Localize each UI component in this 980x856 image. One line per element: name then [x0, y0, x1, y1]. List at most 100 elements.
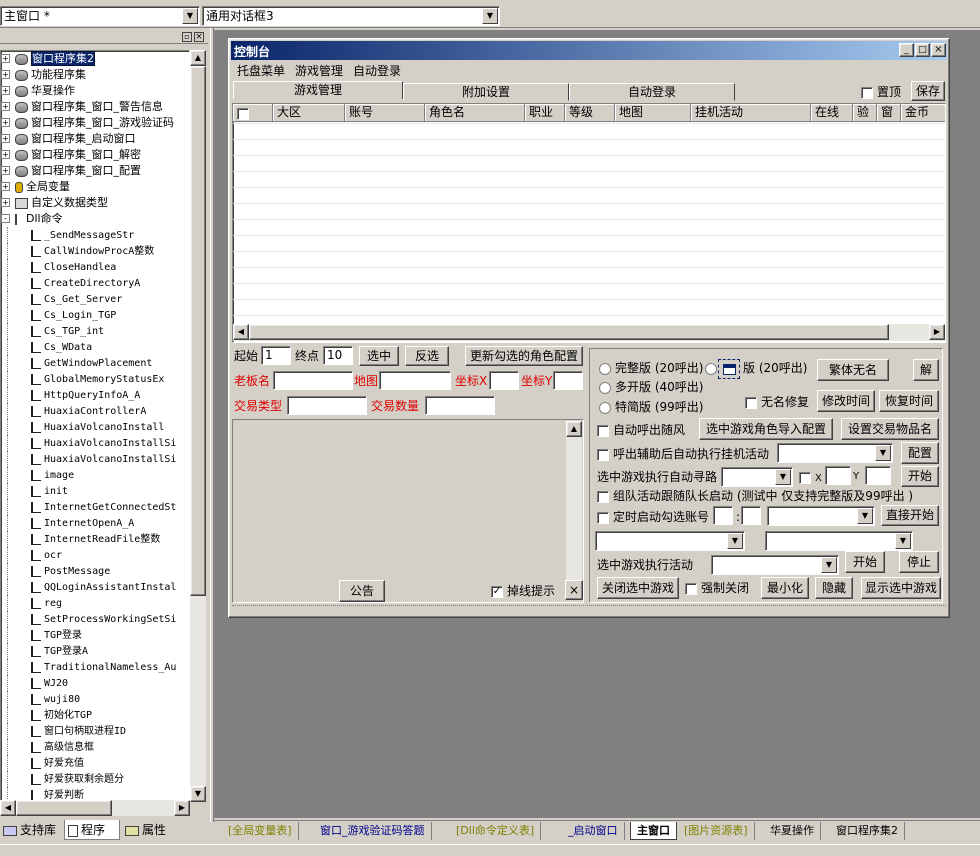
tab-game-manage[interactable]: 游戏管理: [233, 81, 403, 99]
boss-input[interactable]: [273, 371, 353, 390]
scroll-up-icon[interactable]: ▲: [566, 421, 582, 437]
col-role-name[interactable]: 角色名: [425, 104, 525, 122]
tree-item[interactable]: wuji80: [1, 691, 189, 707]
radio-special-circle[interactable]: [599, 401, 611, 414]
expand-icon[interactable]: +: [1, 166, 10, 175]
expand-icon[interactable]: +: [1, 150, 10, 159]
tree-item[interactable]: CloseHandlea: [1, 259, 189, 275]
select-button[interactable]: 选中: [359, 346, 399, 366]
end-input[interactable]: 10: [323, 346, 353, 365]
col-level[interactable]: 等级: [565, 104, 615, 122]
start-input[interactable]: 1: [261, 346, 291, 365]
tree-item[interactable]: Cs_TGP_int: [1, 323, 189, 339]
tree-item[interactable]: GlobalMemoryStatusEx: [1, 371, 189, 387]
coord-y-input[interactable]: [553, 371, 583, 390]
tree-item[interactable]: Cs_WData: [1, 339, 189, 355]
radio-multi[interactable]: 多开版 (40呼出): [599, 379, 703, 395]
bottom-tab[interactable]: 华夏操作: [764, 822, 821, 840]
tree-item[interactable]: TGP登录: [1, 627, 189, 643]
scroll-right-icon[interactable]: ▶: [174, 800, 190, 816]
tab-extra-settings[interactable]: 附加设置: [403, 83, 569, 101]
radio-full[interactable]: 完整版 (20呼出): [599, 360, 703, 376]
timer-minute-input[interactable]: [741, 506, 761, 525]
radio-hidden-circle[interactable]: [705, 362, 717, 375]
menu-auto-login[interactable]: 自动登录: [353, 63, 401, 79]
save-button[interactable]: 保存: [911, 81, 945, 101]
tree-item[interactable]: + 窗口程序集_窗口_配置: [1, 163, 189, 179]
update-config-button[interactable]: 更新勾选的角色配置: [465, 346, 583, 366]
col-region[interactable]: 大区: [273, 104, 345, 122]
modify-time-button[interactable]: 修改时间: [817, 390, 875, 412]
hide-button[interactable]: 隐藏: [815, 577, 853, 599]
bottom-tab[interactable]: [图片资源表]: [678, 822, 755, 840]
y-input[interactable]: [865, 466, 891, 485]
top-check[interactable]: 置顶: [861, 84, 901, 100]
jie-button[interactable]: 解: [913, 359, 939, 381]
timer-checkbox[interactable]: [597, 511, 609, 524]
expand-icon[interactable]: +: [1, 86, 10, 95]
clear-notice-button[interactable]: ×: [565, 580, 583, 600]
expand-icon[interactable]: +: [1, 134, 10, 143]
scroll-left-icon[interactable]: ◀: [0, 800, 16, 816]
x-checkbox[interactable]: [799, 471, 811, 484]
coord-x-input[interactable]: [489, 371, 519, 390]
tree-item[interactable]: + 窗口程序集_窗口_解密: [1, 147, 189, 163]
tree-item[interactable]: 高级信息框: [1, 739, 189, 755]
radio-special[interactable]: 特简版 (99呼出): [599, 399, 703, 415]
chevron-down-icon[interactable]: ▼: [775, 469, 791, 485]
chevron-down-icon[interactable]: ▼: [727, 533, 743, 549]
activity-select-1[interactable]: ▼: [777, 443, 893, 463]
tree-item[interactable]: HuaxiaVolcanoInstallSi: [1, 435, 189, 451]
col-map[interactable]: 地图: [615, 104, 691, 122]
panel-pin-icon[interactable]: ▫: [182, 32, 192, 42]
scroll-up-icon[interactable]: ▲: [190, 50, 206, 66]
tree-item[interactable]: InternetOpenA_A: [1, 515, 189, 531]
tree-item[interactable]: HttpQueryInfoA_A: [1, 387, 189, 403]
tree-item[interactable]: 好爱充值: [1, 755, 189, 771]
bottom-tab[interactable]: [Dll命令定义表]: [450, 822, 542, 840]
tree-item[interactable]: + 自定义数据类型: [1, 195, 189, 211]
invert-button[interactable]: 反选: [405, 346, 449, 366]
tree-item[interactable]: TGP登录A: [1, 643, 189, 659]
expand-icon[interactable]: +: [1, 182, 10, 191]
col-gold[interactable]: 金币: [901, 104, 945, 122]
assist-checkbox[interactable]: [597, 448, 609, 461]
notice-button[interactable]: 公告: [339, 580, 385, 602]
close-game-button[interactable]: 关闭选中游戏: [597, 577, 679, 599]
col-online[interactable]: 在线: [811, 104, 853, 122]
chevron-down-icon[interactable]: ▼: [875, 445, 891, 461]
tree-vscroll[interactable]: ▲ ▼: [190, 50, 206, 802]
scroll-thumb[interactable]: [16, 800, 112, 816]
start-button-1[interactable]: 开始: [901, 466, 939, 487]
disconnect-check[interactable]: ✓ 掉线提示: [491, 583, 555, 599]
bottom-tab[interactable]: 窗口_游戏验证码答题: [314, 822, 432, 840]
tree-item[interactable]: PostMessage: [1, 563, 189, 579]
timer-check[interactable]: 定时启动勾选账号: [597, 509, 709, 525]
tree-item[interactable]: GetWindowPlacement: [1, 355, 189, 371]
scroll-right-icon[interactable]: ▶: [929, 324, 945, 340]
close-icon[interactable]: ×: [931, 43, 946, 57]
tree-item[interactable]: + 全局变量: [1, 179, 189, 195]
trade-items-button[interactable]: 设置交易物品名: [841, 418, 939, 440]
window-select[interactable]: 主窗口 * ▼: [0, 6, 200, 26]
selected-control-icon[interactable]: [718, 359, 740, 379]
map-input[interactable]: [379, 371, 451, 390]
tree-item[interactable]: HuaxiaVolcanoInstall: [1, 419, 189, 435]
bottom-tab[interactable]: 主窗口: [630, 822, 677, 840]
top-checkbox[interactable]: [861, 86, 873, 99]
direct-start-button[interactable]: 直接开始: [881, 505, 939, 526]
chevron-down-icon[interactable]: ▼: [857, 508, 873, 524]
tree-item[interactable]: + 华夏操作: [1, 83, 189, 99]
scroll-left-icon[interactable]: ◀: [233, 324, 249, 340]
config-button[interactable]: 配置: [901, 442, 939, 464]
expand-icon[interactable]: +: [1, 118, 10, 127]
tree-item[interactable]: 好爱获取剩余题分: [1, 771, 189, 787]
radio-multi-circle[interactable]: [599, 381, 611, 394]
minimize-icon[interactable]: _: [899, 43, 914, 57]
force-check[interactable]: 强制关闭: [685, 580, 749, 596]
tab-program[interactable]: 程序: [64, 820, 120, 840]
panel-close-icon[interactable]: ×: [194, 32, 204, 42]
tree-item[interactable]: ocr: [1, 547, 189, 563]
x-check[interactable]: X: [799, 469, 822, 487]
force-checkbox[interactable]: [685, 582, 697, 595]
